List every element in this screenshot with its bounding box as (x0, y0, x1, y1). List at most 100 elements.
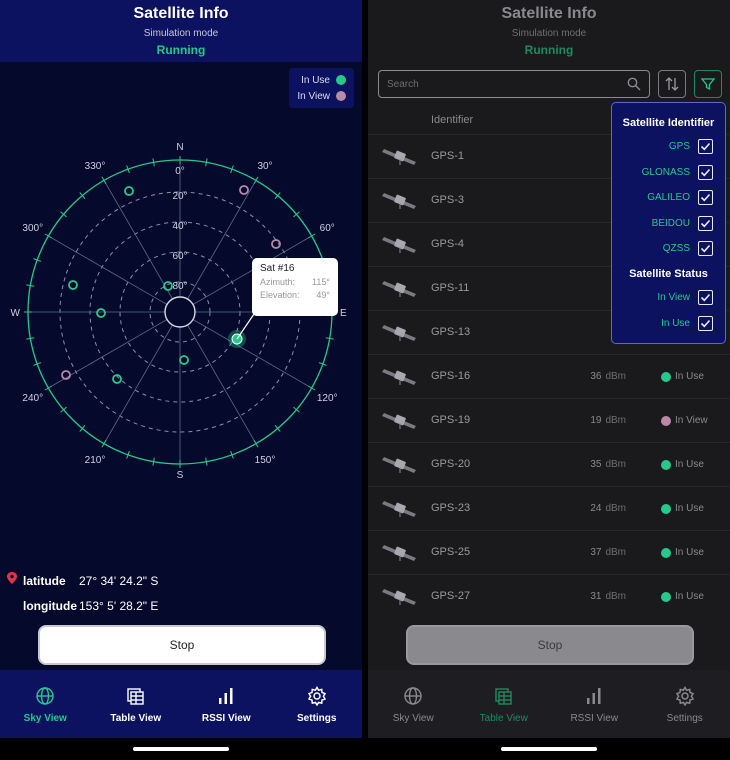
nav-rssi-view[interactable]: RSSI View (549, 670, 640, 738)
filter-checkbox[interactable] (698, 215, 713, 231)
column-identifier[interactable]: Identifier (431, 114, 473, 126)
sky-plot: N S E W 30° 60° 120° 150° 210° 240° 300° 330° 0° 20° 4… (0, 62, 362, 562)
filter-option-status[interactable]: In Use (661, 315, 713, 331)
filter-option-identifier[interactable]: BEIDOU (652, 215, 713, 231)
table-row[interactable]: GPS-27 31 dBm In Use (368, 574, 730, 617)
elevation-label: 60° (172, 251, 187, 262)
nav-sky-view[interactable]: Sky View (0, 670, 91, 738)
satellite-marker[interactable] (96, 308, 106, 318)
table-row[interactable]: GPS-16 36 dBm In Use (368, 354, 730, 397)
nav-label: Settings (666, 713, 703, 724)
signal-value: 31 (590, 591, 602, 602)
signal-unit: dBm (605, 459, 626, 470)
nav-table-view[interactable]: Table View (91, 670, 182, 738)
satellite-identifier: GPS-20 (431, 458, 471, 470)
filter-checkbox[interactable] (698, 290, 713, 305)
satellite-identifier: GPS-27 (431, 590, 471, 602)
elevation-label: 20° (172, 191, 187, 202)
signal-strength: 37 dBm (590, 547, 626, 558)
home-indicator[interactable] (133, 747, 229, 751)
filter-checkbox[interactable] (698, 164, 713, 180)
sort-button[interactable] (658, 70, 686, 98)
gesture-area (368, 738, 730, 760)
satellite-marker[interactable] (68, 280, 78, 290)
satellite-identifier: GPS-13 (431, 326, 471, 338)
compass-south-label: S (177, 470, 184, 481)
longitude-value: 153° 5' 28.2" E (79, 599, 159, 613)
table-row[interactable]: GPS-20 35 dBm In Use (368, 442, 730, 485)
globe-icon (404, 687, 422, 705)
satellite-identifier: GPS-3 (431, 194, 465, 206)
compass-west-label: W (11, 308, 21, 319)
table-row[interactable]: GPS-23 24 dBm In Use (368, 486, 730, 529)
stop-button[interactable]: Stop (38, 625, 326, 665)
filter-status-heading: Satellite Status (629, 268, 708, 280)
filter-checkbox[interactable] (698, 315, 713, 331)
azimuth-tick (307, 385, 316, 391)
satellite-identifier: GPS-11 (431, 282, 470, 294)
azimuth-spoke (103, 311, 181, 444)
table-view-screen: Satellite Info Simulation mode Running I… (368, 0, 730, 760)
azimuth-spoke (103, 180, 181, 313)
satellite-identifier: GPS-19 (431, 414, 471, 426)
table-row[interactable]: GPS-19 19 dBm In View (368, 398, 730, 441)
filter-option-status[interactable]: In View (657, 290, 713, 305)
status-text: Running (524, 43, 574, 57)
search-icon (627, 77, 641, 91)
filter-button[interactable] (694, 70, 722, 98)
azimuth-tick (44, 385, 53, 391)
location-panel: latitude 27° 34' 24.2" S longitude 153° … (0, 566, 362, 622)
nav-settings[interactable]: Settings (272, 670, 363, 738)
sort-icon (665, 77, 679, 91)
filter-checkbox[interactable] (698, 241, 713, 256)
satellite-icon (382, 149, 416, 165)
legend: In Use In View (289, 68, 354, 108)
status-text: Running (156, 43, 206, 57)
filter-option-label: QZSS (662, 243, 690, 254)
in-view-dot-icon (336, 91, 346, 101)
signal-unit: dBm (605, 371, 626, 382)
nav-table-view[interactable]: Table View (459, 670, 550, 738)
nav-sky-view[interactable]: Sky View (368, 670, 459, 738)
nav-label: RSSI View (570, 713, 619, 724)
home-indicator[interactable] (501, 747, 597, 751)
status-dot-icon (661, 504, 671, 514)
satellite-identifier: GPS-23 (431, 502, 471, 514)
satellite-marker[interactable] (179, 355, 189, 365)
signal-strength: 36 dBm (590, 371, 626, 382)
azimuth-spoke (179, 311, 312, 389)
latitude-value: 27° 34' 24.2" S (79, 574, 159, 588)
nav-rssi-view[interactable]: RSSI View (181, 670, 272, 738)
satellite-icon (382, 237, 416, 253)
latitude-label: latitude (23, 574, 66, 588)
filter-option-identifier[interactable]: QZSS (663, 241, 713, 256)
stop-button[interactable]: Stop (406, 625, 694, 665)
latitude-row: latitude 27° 34' 24.2" S (23, 574, 158, 588)
azimuth-spoke (179, 311, 257, 444)
zenith-circle (164, 296, 196, 328)
table-row[interactable]: GPS-25 37 dBm In Use (368, 530, 730, 573)
signal-unit: dBm (605, 415, 626, 426)
satellite-marker[interactable] (124, 186, 134, 196)
azimuth-label: 150° (255, 455, 276, 466)
satellite-icon (382, 589, 416, 605)
nav-label: Settings (297, 713, 337, 724)
filter-option-identifier[interactable]: GPS (669, 139, 713, 154)
satellite-icon (382, 369, 416, 385)
azimuth-tick (205, 158, 208, 167)
filter-checkbox[interactable] (698, 190, 713, 205)
nav-label: Table View (479, 713, 528, 724)
satellite-marker[interactable] (239, 185, 249, 195)
legend-in-view: In View (297, 88, 346, 104)
bar-chart-icon (219, 688, 233, 704)
location-pin-icon (7, 572, 17, 584)
longitude-label: longitude (23, 599, 77, 613)
search-input[interactable] (387, 78, 617, 90)
filter-option-identifier[interactable]: GLONASS (642, 164, 713, 180)
filter-checkbox[interactable] (698, 139, 713, 154)
checkmark-icon (700, 244, 711, 253)
status-dot-icon (661, 372, 671, 382)
azimuth-label: 210° (85, 455, 106, 466)
filter-option-identifier[interactable]: GALILEO (647, 190, 713, 205)
nav-settings[interactable]: Settings (640, 670, 730, 738)
